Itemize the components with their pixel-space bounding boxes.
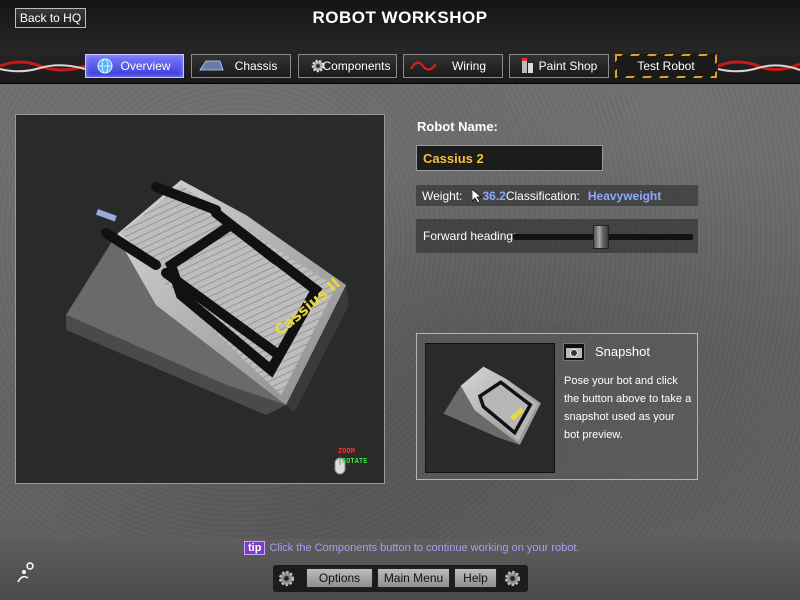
- heading-label: Forward heading:: [423, 229, 517, 243]
- tab-label: Overview: [120, 59, 171, 73]
- rotate-hint: ROTATE: [342, 457, 368, 465]
- tab-label: Paint Shop: [538, 59, 598, 73]
- robot-model: Cassius II: [66, 180, 349, 415]
- zoom-hint: ZOOM: [338, 447, 355, 455]
- snapshot-robot-image: [443, 366, 541, 445]
- main-menu-button[interactable]: Main Menu: [377, 568, 450, 588]
- tab-test-robot[interactable]: Test Robot: [615, 54, 717, 78]
- settings-knob-icon[interactable]: [14, 560, 40, 586]
- weight-label: Weight:: [422, 188, 463, 203]
- tab-wiring[interactable]: Wiring: [403, 54, 503, 78]
- cable-decoration-left: [0, 60, 86, 73]
- forward-heading-panel: Forward heading:: [416, 219, 698, 253]
- tip-row: tip Click the Components button to conti…: [244, 541, 579, 555]
- robot-3d-viewport[interactable]: Cassius II ZOOM ROTATE: [15, 114, 385, 484]
- gear-icon: [278, 570, 295, 587]
- classification-value: Heavyweight: [587, 188, 662, 203]
- tab-label: Chassis: [234, 59, 278, 73]
- classification-label: Classification:: [505, 188, 580, 203]
- robot-name-label: Robot Name:: [417, 119, 498, 134]
- heading-slider-thumb[interactable]: [593, 225, 610, 249]
- tab-paint-shop[interactable]: Paint Shop: [509, 54, 609, 78]
- tip-text: Click the Components button to continue …: [269, 542, 580, 554]
- weight-value: 36.2: [482, 188, 506, 203]
- cable-decoration-right: [717, 60, 800, 73]
- tip-badge: tip: [244, 541, 266, 555]
- tab-components[interactable]: Components: [298, 54, 397, 78]
- bottom-nav: Options Main Menu Help: [273, 565, 528, 592]
- tab-chassis[interactable]: Chassis: [191, 54, 291, 78]
- page-title: ROBOT WORKSHOP: [312, 8, 488, 27]
- robot-name-input[interactable]: Cassius 2: [416, 145, 603, 171]
- options-button[interactable]: Options: [306, 568, 373, 588]
- snapshot-panel: Snapshot Pose your bot and click the but…: [416, 333, 698, 480]
- cursor-icon: [472, 188, 483, 203]
- snapshot-description: Pose your bot and click the button above…: [564, 375, 692, 441]
- camera-icon[interactable]: [563, 343, 585, 361]
- top-bar: Back to HQ ROBOT WORKSHOP Overview Chass…: [0, 0, 800, 84]
- tab-label: Wiring: [451, 59, 486, 73]
- tab-label: Components: [322, 59, 391, 73]
- gear-icon: [504, 570, 521, 587]
- snapshot-preview: [425, 343, 555, 473]
- snapshot-title: Snapshot: [595, 344, 650, 359]
- stats-bar: Weight: 36.2 Classification: Heavyweight: [416, 185, 698, 206]
- tab-label: Test Robot: [637, 59, 695, 73]
- help-button[interactable]: Help: [454, 568, 497, 588]
- tab-overview[interactable]: Overview: [85, 54, 184, 78]
